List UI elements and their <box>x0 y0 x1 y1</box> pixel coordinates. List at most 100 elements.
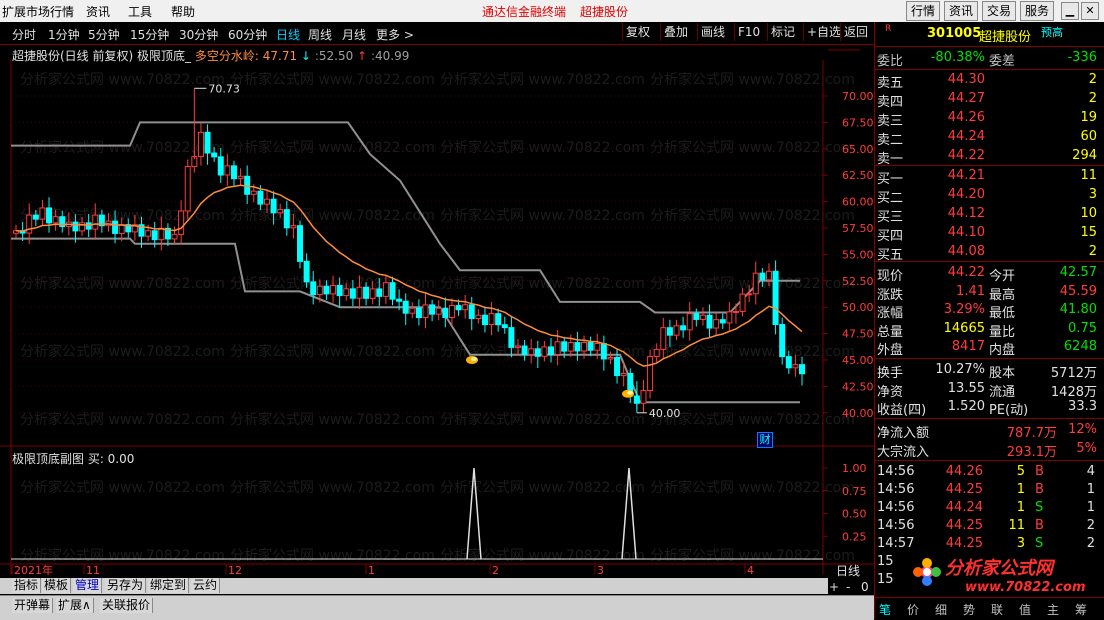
bid-level-label: 买三 <box>877 210 904 225</box>
candle-body <box>422 304 429 319</box>
candle-body <box>640 390 647 404</box>
quote-tabs: 笔价细势联值主筹 <box>875 597 1104 620</box>
trade-button[interactable]: 交易 <box>982 1 1017 21</box>
weibi-value: -80.38% <box>930 50 985 65</box>
candle-body <box>396 298 403 302</box>
minimize-icon[interactable]: ▁ <box>1061 2 1079 20</box>
period-tab-30min[interactable]: 30分钟 <box>179 26 218 43</box>
candle-body <box>409 307 416 314</box>
candle-body <box>614 356 621 377</box>
danmaku-toggle[interactable]: 开弹幕 <box>12 598 54 613</box>
quote-tab[interactable]: 筹 <box>1075 601 1087 618</box>
f10-button[interactable]: F10 <box>734 23 763 41</box>
finance-badge[interactable]: 财 <box>757 432 773 448</box>
fund-value: 5712万 <box>1050 366 1097 381</box>
tab-indicator[interactable]: 指标 <box>12 578 42 593</box>
period-tab-monthly[interactable]: 月线 <box>342 26 366 43</box>
zoom-out-icon[interactable]: - <box>846 580 850 594</box>
candle-body <box>759 272 766 281</box>
period-tab-15min[interactable]: 15分钟 <box>130 26 169 43</box>
period-tab-weekly[interactable]: 周线 <box>308 26 332 43</box>
menu-news[interactable]: 资讯 <box>86 3 110 20</box>
watermark-text: 分析家公式网 www.70822.com <box>440 275 645 292</box>
candle-body <box>448 305 455 318</box>
candle-body <box>686 313 693 331</box>
candle-body <box>481 314 488 326</box>
quote-tab[interactable]: 势 <box>963 601 975 618</box>
tab-cloud[interactable]: 云约 <box>191 578 221 593</box>
quote-tab[interactable]: 价 <box>907 601 919 618</box>
mark-button[interactable]: 标记 <box>767 23 798 41</box>
quote-tab[interactable]: 主 <box>1047 601 1059 618</box>
period-tab-60min[interactable]: 60分钟 <box>228 26 267 43</box>
candle-body <box>785 356 792 369</box>
quote-button[interactable]: 行情 <box>906 1 941 21</box>
ask-price: 44.24 <box>947 129 985 144</box>
period-tab-daily[interactable]: 日线 <box>276 26 300 43</box>
period-tab-timeshare[interactable]: 分时 <box>12 26 36 43</box>
reset-zoom-icon[interactable]: 0 <box>861 580 869 594</box>
close-icon[interactable]: ✕ <box>1081 2 1099 20</box>
ask-row: 卖三 44.26 19 <box>875 110 1099 129</box>
quote-tab[interactable]: 联 <box>991 601 1003 618</box>
news-button[interactable]: 资讯 <box>944 1 979 21</box>
quote-tab[interactable]: 值 <box>1019 601 1031 618</box>
ask-row: 卖二 44.24 60 <box>875 129 1099 148</box>
y-tick-label: 67.50 <box>842 116 874 129</box>
zoom-in-icon[interactable]: + <box>829 580 839 594</box>
tab-save-as[interactable]: 另存为 <box>105 578 147 593</box>
bid-price: 44.10 <box>947 225 985 240</box>
sub-chart: 1.00 0.75 0.50 0.25 <box>11 462 867 560</box>
period-tab-5min[interactable]: 5分钟 <box>88 26 120 43</box>
kline-chart[interactable]: 分析家公式网 www.70822.com 分析家公式网 www.70822.com… <box>0 44 874 604</box>
period-tab-more[interactable]: 更多 > <box>376 26 414 43</box>
menu-tools[interactable]: 工具 <box>128 3 152 20</box>
quote-header: R 301005 超捷股份 预高 <box>875 22 1104 47</box>
candle-body <box>178 210 185 235</box>
adjust-button[interactable]: 复权 <box>622 23 653 41</box>
period-tab-1min[interactable]: 1分钟 <box>48 26 80 43</box>
stock-name: 超捷股份 <box>979 30 1032 45</box>
candle-body <box>726 311 733 324</box>
add-favorite-button[interactable]: +自选 <box>803 23 844 41</box>
tick-volume: 3 <box>1016 536 1025 551</box>
quote-tab[interactable]: 笔 <box>879 601 891 618</box>
preview-tag[interactable]: 预高 <box>1041 24 1063 40</box>
bid-row: 买一 44.21 11 <box>875 168 1099 187</box>
ask-level-label: 卖四 <box>877 95 904 110</box>
bid-volume: 3 <box>1088 187 1097 202</box>
tick-count: 2 <box>1086 518 1095 533</box>
service-button[interactable]: 服务 <box>1020 1 1055 21</box>
back-button[interactable]: 返回 <box>840 23 871 41</box>
x-tick-label: 4 <box>747 564 754 577</box>
watermark-text: 分析家公式网 www.70822.com <box>650 207 855 224</box>
draw-line-button[interactable]: 画线 <box>697 23 728 41</box>
logo-url: www.70822.com <box>965 580 1086 595</box>
fund-row: 收益(四) 1.520 PE(动) 33.3 <box>875 399 1099 418</box>
related-quote-button[interactable]: 关联报价 <box>100 598 154 613</box>
sub-y-tick-label: 0.50 <box>842 508 867 521</box>
candle-body <box>336 284 343 297</box>
tick-count: 4 <box>1086 464 1095 479</box>
candle-body <box>230 165 237 180</box>
tab-manage[interactable]: 管理 <box>73 578 103 593</box>
menu-help[interactable]: 帮助 <box>171 3 195 20</box>
extend-toggle[interactable]: 扩展∧ <box>56 598 94 613</box>
menu-extended-market[interactable]: 扩展市场行情 <box>2 3 74 20</box>
tab-template[interactable]: 模板 <box>42 578 72 593</box>
overlay-button[interactable]: 叠加 <box>660 23 691 41</box>
x-tick-label: 2 <box>492 564 499 577</box>
y-tick-label: 65.00 <box>842 143 874 156</box>
tab-bind-to[interactable]: 绑定到 <box>148 578 190 593</box>
candle-body <box>171 233 178 240</box>
stat-value: 6248 <box>1063 339 1097 354</box>
quote-tab[interactable]: 细 <box>935 601 947 618</box>
ask-volume: 2 <box>1088 72 1097 87</box>
watermark-text: 分析家公式网 www.70822.com <box>650 139 855 156</box>
watermark-text: 分析家公式网 www.70822.com <box>440 411 645 428</box>
candle-body <box>455 305 462 311</box>
candle-body <box>765 270 772 281</box>
period-toolbar: 分时 1分钟 5分钟 15分钟 30分钟 60分钟 日线 周线 月线 更多 > … <box>0 22 874 45</box>
bid-volume: 2 <box>1088 244 1097 259</box>
candle-body <box>772 270 779 326</box>
